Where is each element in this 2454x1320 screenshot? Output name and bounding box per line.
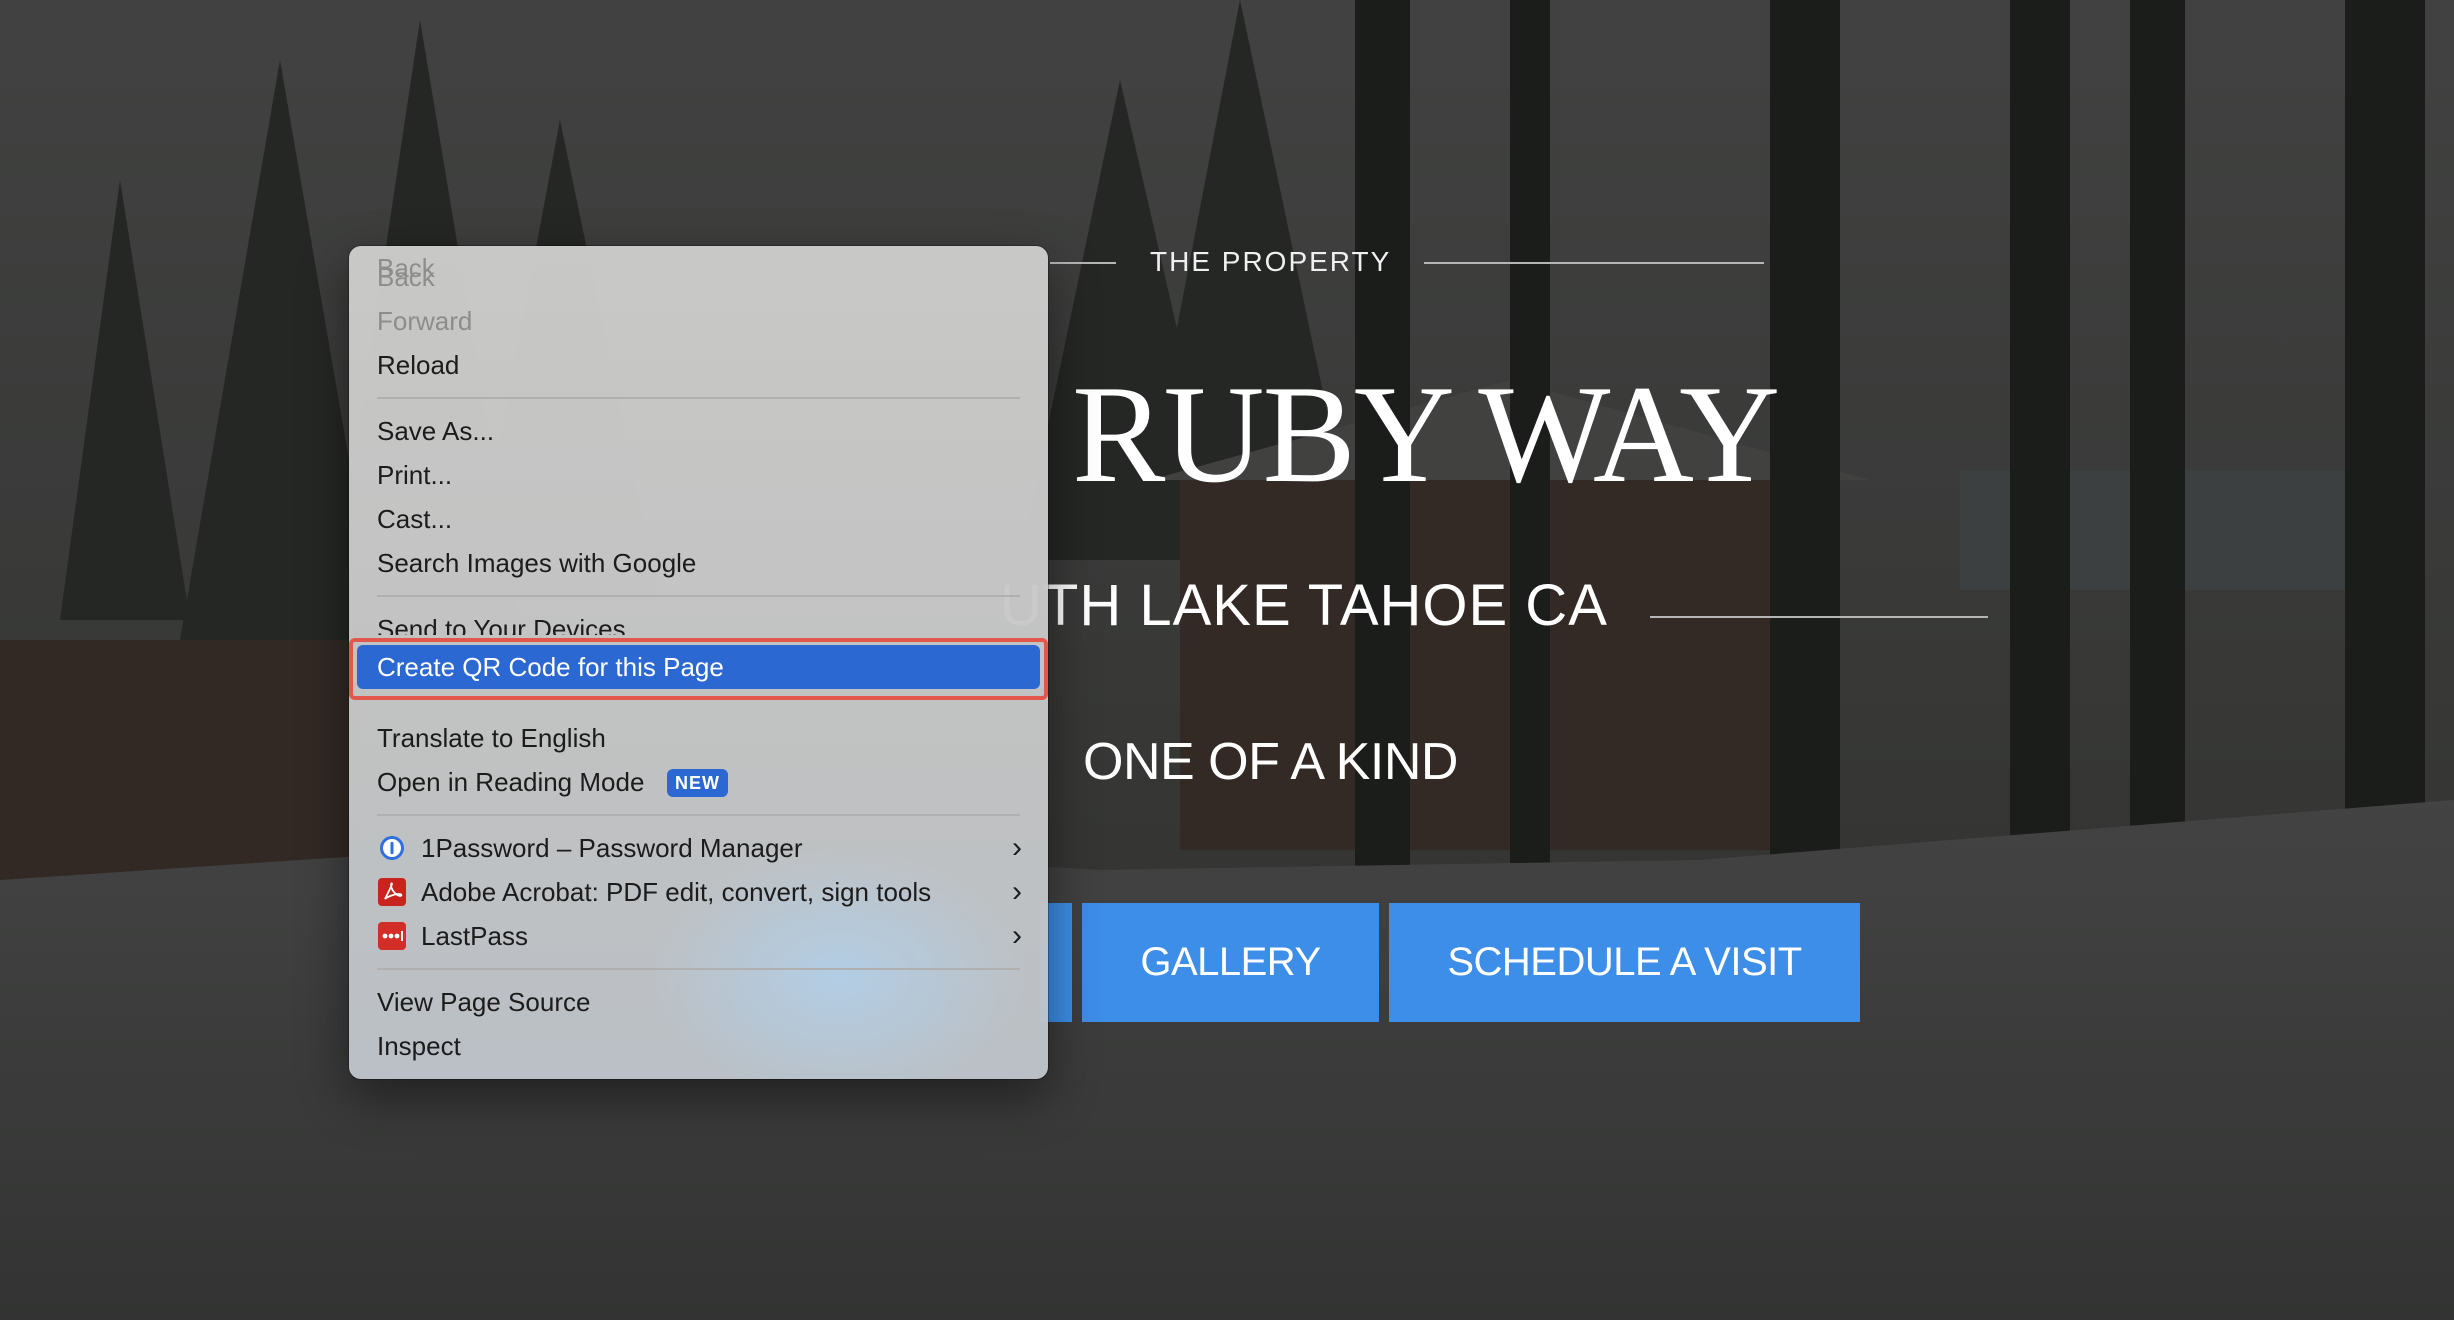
onepassword-icon	[380, 836, 404, 860]
menu-item-back[interactable]: Back	[349, 255, 1048, 299]
menu-separator	[377, 595, 1020, 597]
menu-item-label: Reload	[377, 350, 460, 380]
menu-separator	[377, 814, 1020, 816]
menu-separator	[377, 968, 1020, 970]
menu-item-label: Send to Your Devices	[377, 614, 626, 635]
property-tagline: ONE OF A KIND	[1083, 733, 1458, 791]
schedule-visit-button[interactable]: SCHEDULE A VISIT	[1389, 903, 1860, 1022]
menu-item-reading-mode[interactable]: Open in Reading Mode NEW	[349, 760, 1048, 804]
eyebrow-divider-left	[1050, 262, 1116, 264]
menu-item-lastpass[interactable]: LastPass ›	[349, 914, 1048, 958]
menu-item-label: Inspect	[377, 1031, 461, 1061]
new-badge: NEW	[667, 769, 728, 797]
menu-item-label: Translate to English	[377, 723, 606, 753]
menu-item-search-images[interactable]: Search Images with Google	[349, 541, 1048, 585]
annotation-highlight-box	[349, 638, 1048, 700]
menu-item-label: Open in Reading Mode	[377, 767, 645, 797]
chevron-right-icon: ›	[1012, 831, 1022, 864]
menu-item-label: View Page Source	[377, 987, 591, 1017]
menu-item-label: Save As...	[377, 416, 495, 446]
chevron-right-icon: ›	[1012, 875, 1022, 908]
property-eyebrow: THE PROPERTY	[1150, 246, 1392, 277]
menu-item-inspect[interactable]: Inspect	[349, 1024, 1048, 1068]
location-divider	[1650, 616, 1988, 618]
chevron-right-icon: ›	[1012, 919, 1022, 952]
menu-separator	[377, 397, 1020, 399]
menu-item-cast[interactable]: Cast...	[349, 497, 1048, 541]
property-location: UTH LAKE TAHOE CA	[1000, 573, 1608, 638]
menu-item-label: Back	[377, 262, 435, 292]
menu-item-1password[interactable]: 1Password – Password Manager ›	[349, 826, 1048, 870]
menu-item-send-to-devices[interactable]: Send to Your Devices	[349, 607, 1048, 635]
menu-item-view-source[interactable]: View Page Source	[349, 980, 1048, 1024]
property-title: RUBY WAY	[1072, 357, 1780, 512]
menu-item-label: Search Images with Google	[377, 548, 697, 578]
menu-item-print[interactable]: Print...	[349, 453, 1048, 497]
menu-item-label: LastPass	[421, 921, 528, 951]
menu-item-label: Adobe Acrobat: PDF edit, convert, sign t…	[421, 877, 932, 907]
lastpass-icon	[378, 922, 406, 950]
menu-item-save-as[interactable]: Save As...	[349, 409, 1048, 453]
menu-item-reload[interactable]: Reload	[349, 343, 1048, 387]
menu-item-label: 1Password – Password Manager	[421, 833, 803, 863]
menu-item-translate[interactable]: Translate to English	[349, 716, 1048, 760]
menu-item-label: Cast...	[377, 504, 453, 534]
gallery-button[interactable]: GALLERY	[1082, 903, 1379, 1022]
menu-item-label: Forward	[377, 306, 473, 336]
menu-item-adobe-acrobat[interactable]: Adobe Acrobat: PDF edit, convert, sign t…	[349, 870, 1048, 914]
menu-item-label: Print...	[377, 460, 453, 490]
adobe-acrobat-icon	[378, 878, 406, 906]
eyebrow-divider-right	[1424, 262, 1764, 264]
menu-item-forward[interactable]: Forward	[349, 299, 1048, 343]
